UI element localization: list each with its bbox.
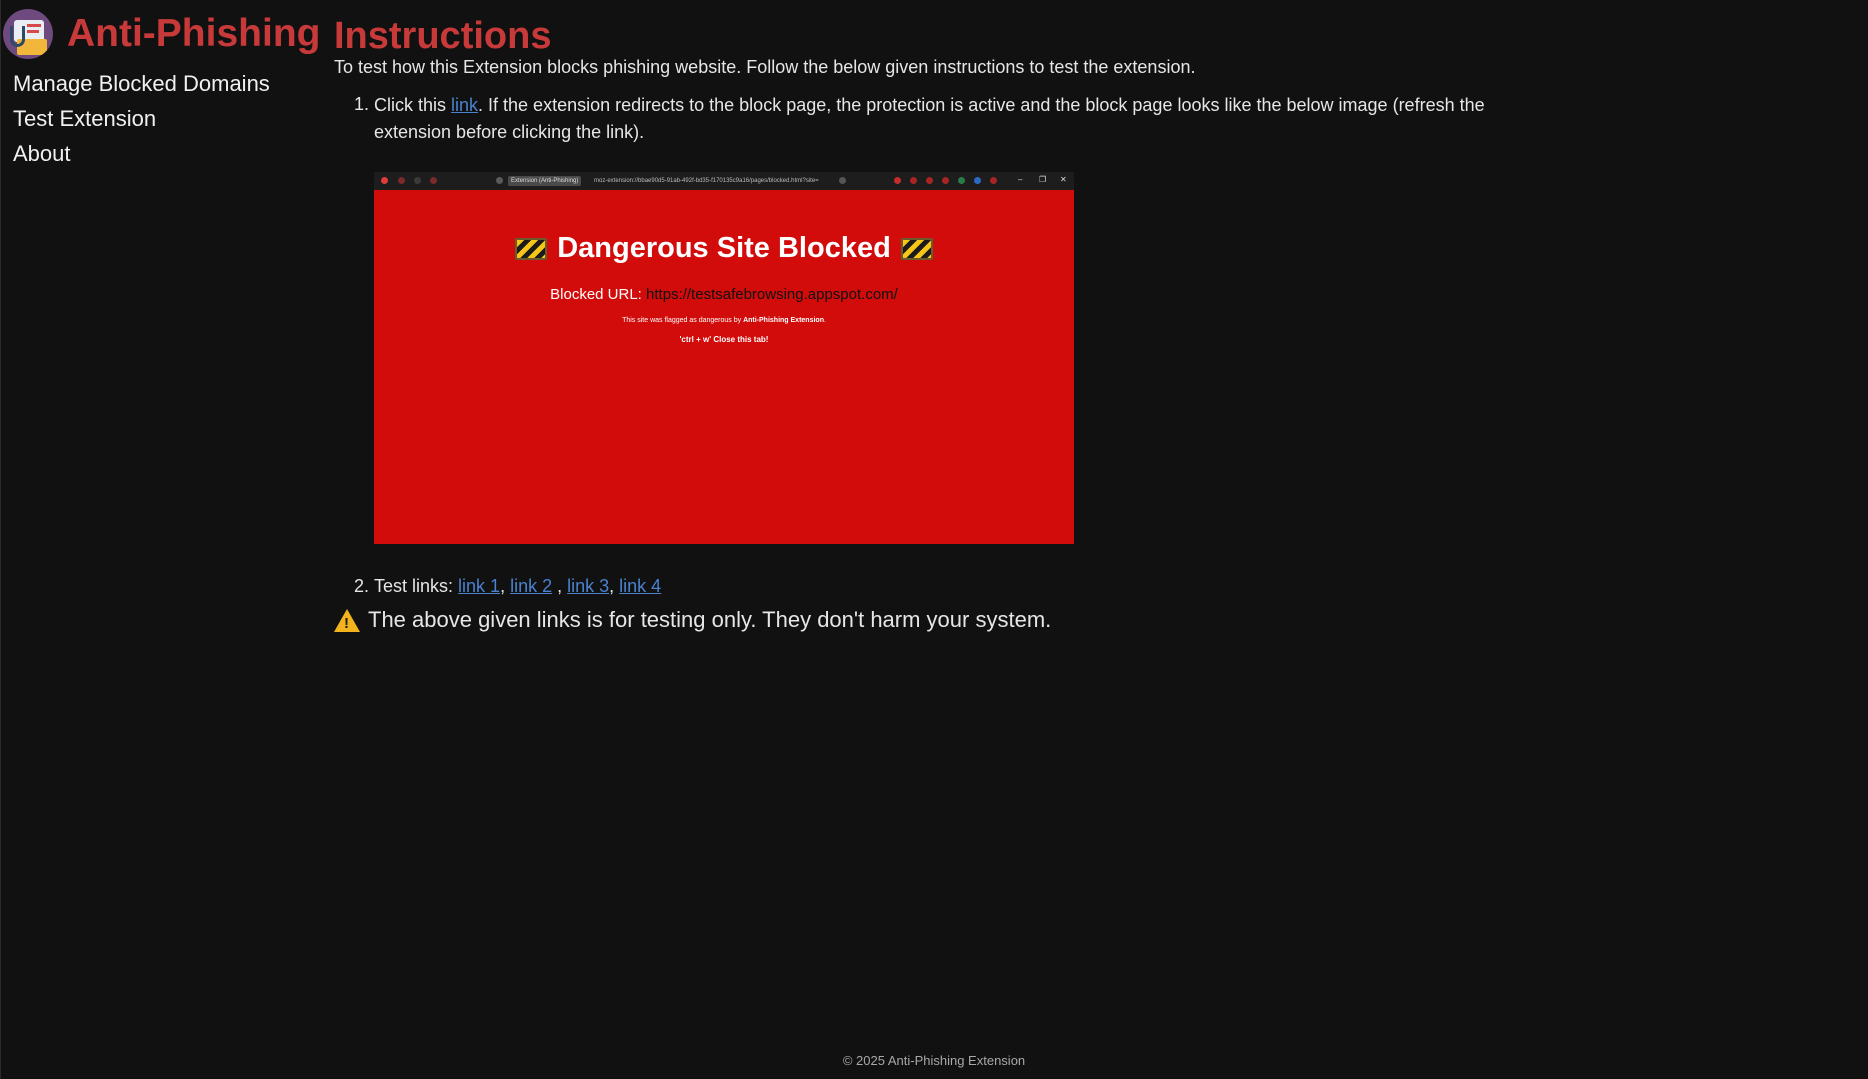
bookmark-star-icon	[839, 177, 846, 184]
step-1-prefix: Click this	[374, 95, 452, 115]
blocked-url-label: Blocked URL:	[550, 286, 642, 303]
test-link-1[interactable]: link 1	[458, 576, 500, 596]
brand: Anti-Phishing	[3, 9, 320, 59]
construction-barrier-icon	[900, 238, 933, 261]
footer-copyright: © 2025 Anti-Phishing Extension	[842, 1053, 1026, 1068]
step-1-text: Click this link. If the extension redire…	[374, 92, 1494, 146]
close-tab-hint: 'ctrl + w' Close this tab!	[679, 335, 769, 344]
forward-arrow-icon	[414, 177, 421, 184]
back-arrow-icon	[398, 177, 405, 184]
step-1-number: 1.	[354, 94, 370, 114]
block-page-preview-image: Extension (Anti-Phishing) moz-extension:…	[374, 172, 1074, 544]
blocked-url-line: Blocked URL: https://testsafebrowsing.ap…	[374, 286, 1074, 303]
step-1-suffix: . If the extension redirects to the bloc…	[374, 95, 1485, 142]
warning-message: ! The above given links is for testing o…	[334, 607, 1051, 633]
extension-icon	[926, 177, 933, 184]
blocked-heading: Dangerous Site Blocked	[374, 232, 1074, 265]
test-link-2[interactable]: link 2	[510, 576, 552, 596]
sidebar-nav: Manage Blocked Domains Test Extension Ab…	[13, 69, 270, 174]
extension-icon	[974, 177, 981, 184]
warning-text: The above given links is for testing onl…	[368, 607, 1052, 632]
extension-icon	[894, 177, 901, 184]
test-link-3[interactable]: link 3	[567, 576, 609, 596]
preview-address-bar: moz-extension://bbae90d5-91ab-492f-bd35-…	[594, 178, 819, 184]
extension-icon	[910, 177, 917, 184]
test-link-4[interactable]: link 4	[619, 576, 661, 596]
preview-browser-toolbar: Extension (Anti-Phishing) moz-extension:…	[374, 172, 1074, 190]
sidebar-item-test-extension[interactable]: Test Extension	[13, 104, 270, 139]
test-phishing-link[interactable]: link	[451, 95, 478, 115]
maximize-icon: ❐	[1039, 175, 1047, 184]
minimize-icon: –	[1018, 175, 1023, 184]
step-2-text: Test links: link 1, link 2 , link 3, lin…	[374, 576, 662, 596]
app-title: Anti-Phishing	[67, 12, 321, 55]
sidebar-item-about[interactable]: About	[13, 139, 270, 174]
close-icon: ✕	[1060, 175, 1067, 184]
page-title: Instructions	[334, 15, 552, 57]
preview-tab-label: Extension (Anti-Phishing)	[508, 176, 582, 186]
window-edge	[0, 0, 1, 1079]
intro-text: To test how this Extension blocks phishi…	[334, 57, 1196, 77]
extension-icon	[942, 177, 949, 184]
step-2-number: 2.	[354, 576, 370, 596]
firefox-icon	[381, 177, 388, 184]
test-links-label: Test links:	[374, 576, 459, 596]
anti-phishing-logo-icon	[3, 9, 53, 59]
blocked-note: This site was flagged as dangerous by An…	[622, 317, 826, 324]
reload-icon	[430, 177, 437, 184]
extension-icon	[958, 177, 965, 184]
extension-icon	[990, 177, 997, 184]
sidebar-item-manage-blocked-domains[interactable]: Manage Blocked Domains	[13, 69, 270, 104]
construction-barrier-icon	[515, 238, 548, 261]
blocked-url-value: https://testsafebrowsing.appspot.com/	[646, 286, 898, 303]
shield-icon	[496, 177, 503, 184]
warning-icon: !	[334, 608, 360, 632]
